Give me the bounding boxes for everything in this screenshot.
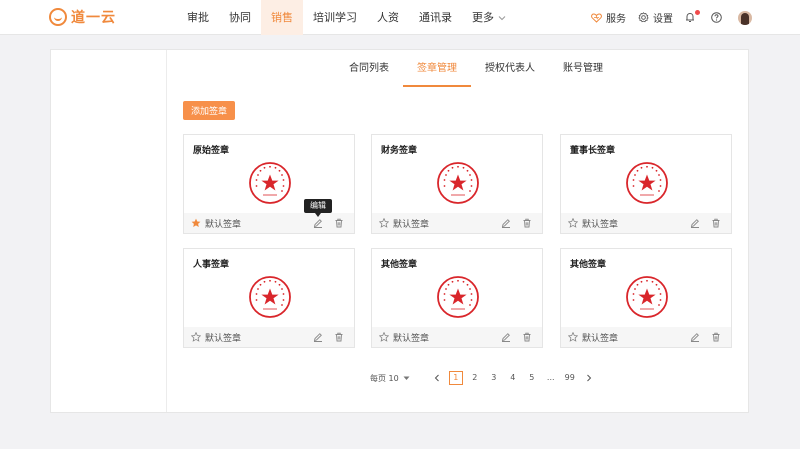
nav-item-more[interactable]: 更多 [462, 0, 516, 35]
trash-icon[interactable] [711, 218, 721, 228]
seal-card: 财务签章 默认签章 [371, 134, 543, 234]
edit-tooltip: 编辑 [304, 199, 332, 217]
nav-item-collaboration[interactable]: 协同 [219, 0, 261, 35]
star-outline-icon[interactable] [191, 332, 201, 342]
next-page-button[interactable] [582, 371, 596, 385]
seal-stamp-icon [437, 276, 479, 318]
seal-card-title: 其他签章 [570, 260, 607, 270]
default-seal-label: 默认签章 [582, 219, 619, 230]
trash-icon[interactable] [711, 332, 721, 342]
edit-icon[interactable] [313, 332, 323, 342]
tab-account-management[interactable]: 账号管理 [549, 62, 617, 87]
gear-icon [638, 12, 649, 23]
page-number-4[interactable]: 4 [506, 371, 520, 385]
default-seal-label: 默认签章 [205, 333, 242, 344]
seal-stamp-icon [249, 276, 291, 318]
seal-card-title: 财务签章 [381, 146, 418, 156]
page-number-1[interactable]: 1 [448, 371, 463, 385]
side-column [51, 50, 167, 412]
nav-item-hr[interactable]: 人资 [367, 0, 409, 35]
edit-icon[interactable] [501, 332, 511, 342]
bell-icon [686, 12, 694, 22]
edit-icon[interactable] [690, 332, 700, 342]
service-heart-icon [591, 12, 602, 23]
default-seal-label: 默认签章 [393, 219, 430, 230]
help-icon [711, 12, 722, 23]
seal-card: 原始签章 默认签章 [183, 134, 355, 234]
seal-card-title: 人事签章 [193, 260, 230, 270]
main-panel: 合同列表 签章管理 授权代表人 账号管理 添加签章 原始签章 默认签章 财务签章… [50, 49, 749, 413]
tab-seal-management[interactable]: 签章管理 [403, 62, 471, 87]
seal-stamp-icon [626, 276, 668, 318]
main-nav: 审批 协同 销售 培训学习 人资 通讯录 更多 [177, 0, 516, 35]
seal-card-footer: 默认签章 [184, 327, 354, 347]
tab-bar: 合同列表 签章管理 授权代表人 账号管理 [335, 62, 617, 87]
seal-card: 人事签章 默认签章 [183, 248, 355, 348]
default-seal-label: 默认签章 [205, 219, 242, 230]
caret-down-icon [403, 376, 410, 380]
logo-icon [49, 8, 67, 26]
notification-button[interactable] [685, 10, 700, 23]
page-size-select[interactable]: 每页 10 [370, 373, 410, 384]
settings-button[interactable]: 设置 [638, 10, 673, 25]
page-number-3[interactable]: 3 [487, 371, 501, 385]
star-outline-icon[interactable] [568, 332, 578, 342]
seal-stamp-icon [626, 162, 668, 204]
tab-authorized-representative[interactable]: 授权代表人 [471, 62, 549, 87]
seal-card: 其他签章 默认签章 [371, 248, 543, 348]
trash-icon[interactable] [334, 332, 344, 342]
top-bar: 道一云 审批 协同 销售 培训学习 人资 通讯录 更多 服务 设置 [0, 0, 800, 35]
settings-label: 设置 [653, 14, 673, 25]
star-outline-icon[interactable] [379, 332, 389, 342]
star-filled-icon[interactable] [191, 218, 201, 228]
nav-item-contacts[interactable]: 通讯录 [409, 0, 462, 35]
edit-icon[interactable] [690, 218, 700, 228]
page-number-99[interactable]: 99 [563, 371, 577, 385]
avatar[interactable] [738, 10, 752, 25]
help-button[interactable] [711, 12, 726, 23]
seal-card-title: 原始签章 [193, 146, 230, 156]
tab-contract-list[interactable]: 合同列表 [335, 62, 403, 87]
default-seal-label: 默认签章 [582, 333, 619, 344]
trash-icon[interactable] [522, 332, 532, 342]
trash-icon[interactable] [334, 218, 344, 228]
pagination: 每页 10 1 2 3 4 5 ... 99 [370, 370, 601, 386]
seal-stamp-icon [437, 162, 479, 204]
logo-text: 道一云 [71, 10, 116, 26]
nav-item-sales[interactable]: 销售 [261, 0, 303, 35]
chevron-right-icon [586, 374, 591, 382]
seal-card-footer: 默认签章 [184, 213, 354, 233]
add-seal-button[interactable]: 添加签章 [183, 101, 235, 120]
notification-dot [695, 10, 700, 15]
page-number-5[interactable]: 5 [525, 371, 539, 385]
star-outline-icon[interactable] [379, 218, 389, 228]
nav-more-label: 更多 [472, 11, 494, 24]
prev-page-button[interactable] [430, 371, 444, 385]
service-button[interactable]: 服务 [591, 10, 626, 25]
seal-card-title: 董事长签章 [570, 146, 616, 156]
seal-card-footer: 默认签章 [561, 213, 731, 233]
chevron-left-icon [434, 374, 439, 382]
seal-card: 董事长签章 默认签章 [560, 134, 732, 234]
default-seal-label: 默认签章 [393, 333, 430, 344]
seal-card: 其他签章 默认签章 [560, 248, 732, 348]
chevron-down-icon [498, 15, 506, 20]
seal-card-footer: 默认签章 [561, 327, 731, 347]
service-label: 服务 [606, 14, 626, 25]
seal-stamp-icon [249, 162, 291, 204]
edit-icon[interactable] [313, 218, 323, 228]
trash-icon[interactable] [522, 218, 532, 228]
page-ellipsis: ... [546, 373, 555, 382]
nav-item-approval[interactable]: 审批 [177, 0, 219, 35]
seal-card-title: 其他签章 [381, 260, 418, 270]
page-size-label: 每页 10 [370, 373, 399, 383]
logo[interactable]: 道一云 [49, 8, 116, 26]
edit-icon[interactable] [501, 218, 511, 228]
nav-item-training[interactable]: 培训学习 [303, 0, 367, 35]
page-number-2[interactable]: 2 [468, 371, 482, 385]
seal-card-footer: 默认签章 [372, 213, 542, 233]
header-tools: 服务 设置 [579, 0, 752, 35]
seal-card-footer: 默认签章 [372, 327, 542, 347]
star-outline-icon[interactable] [568, 218, 578, 228]
